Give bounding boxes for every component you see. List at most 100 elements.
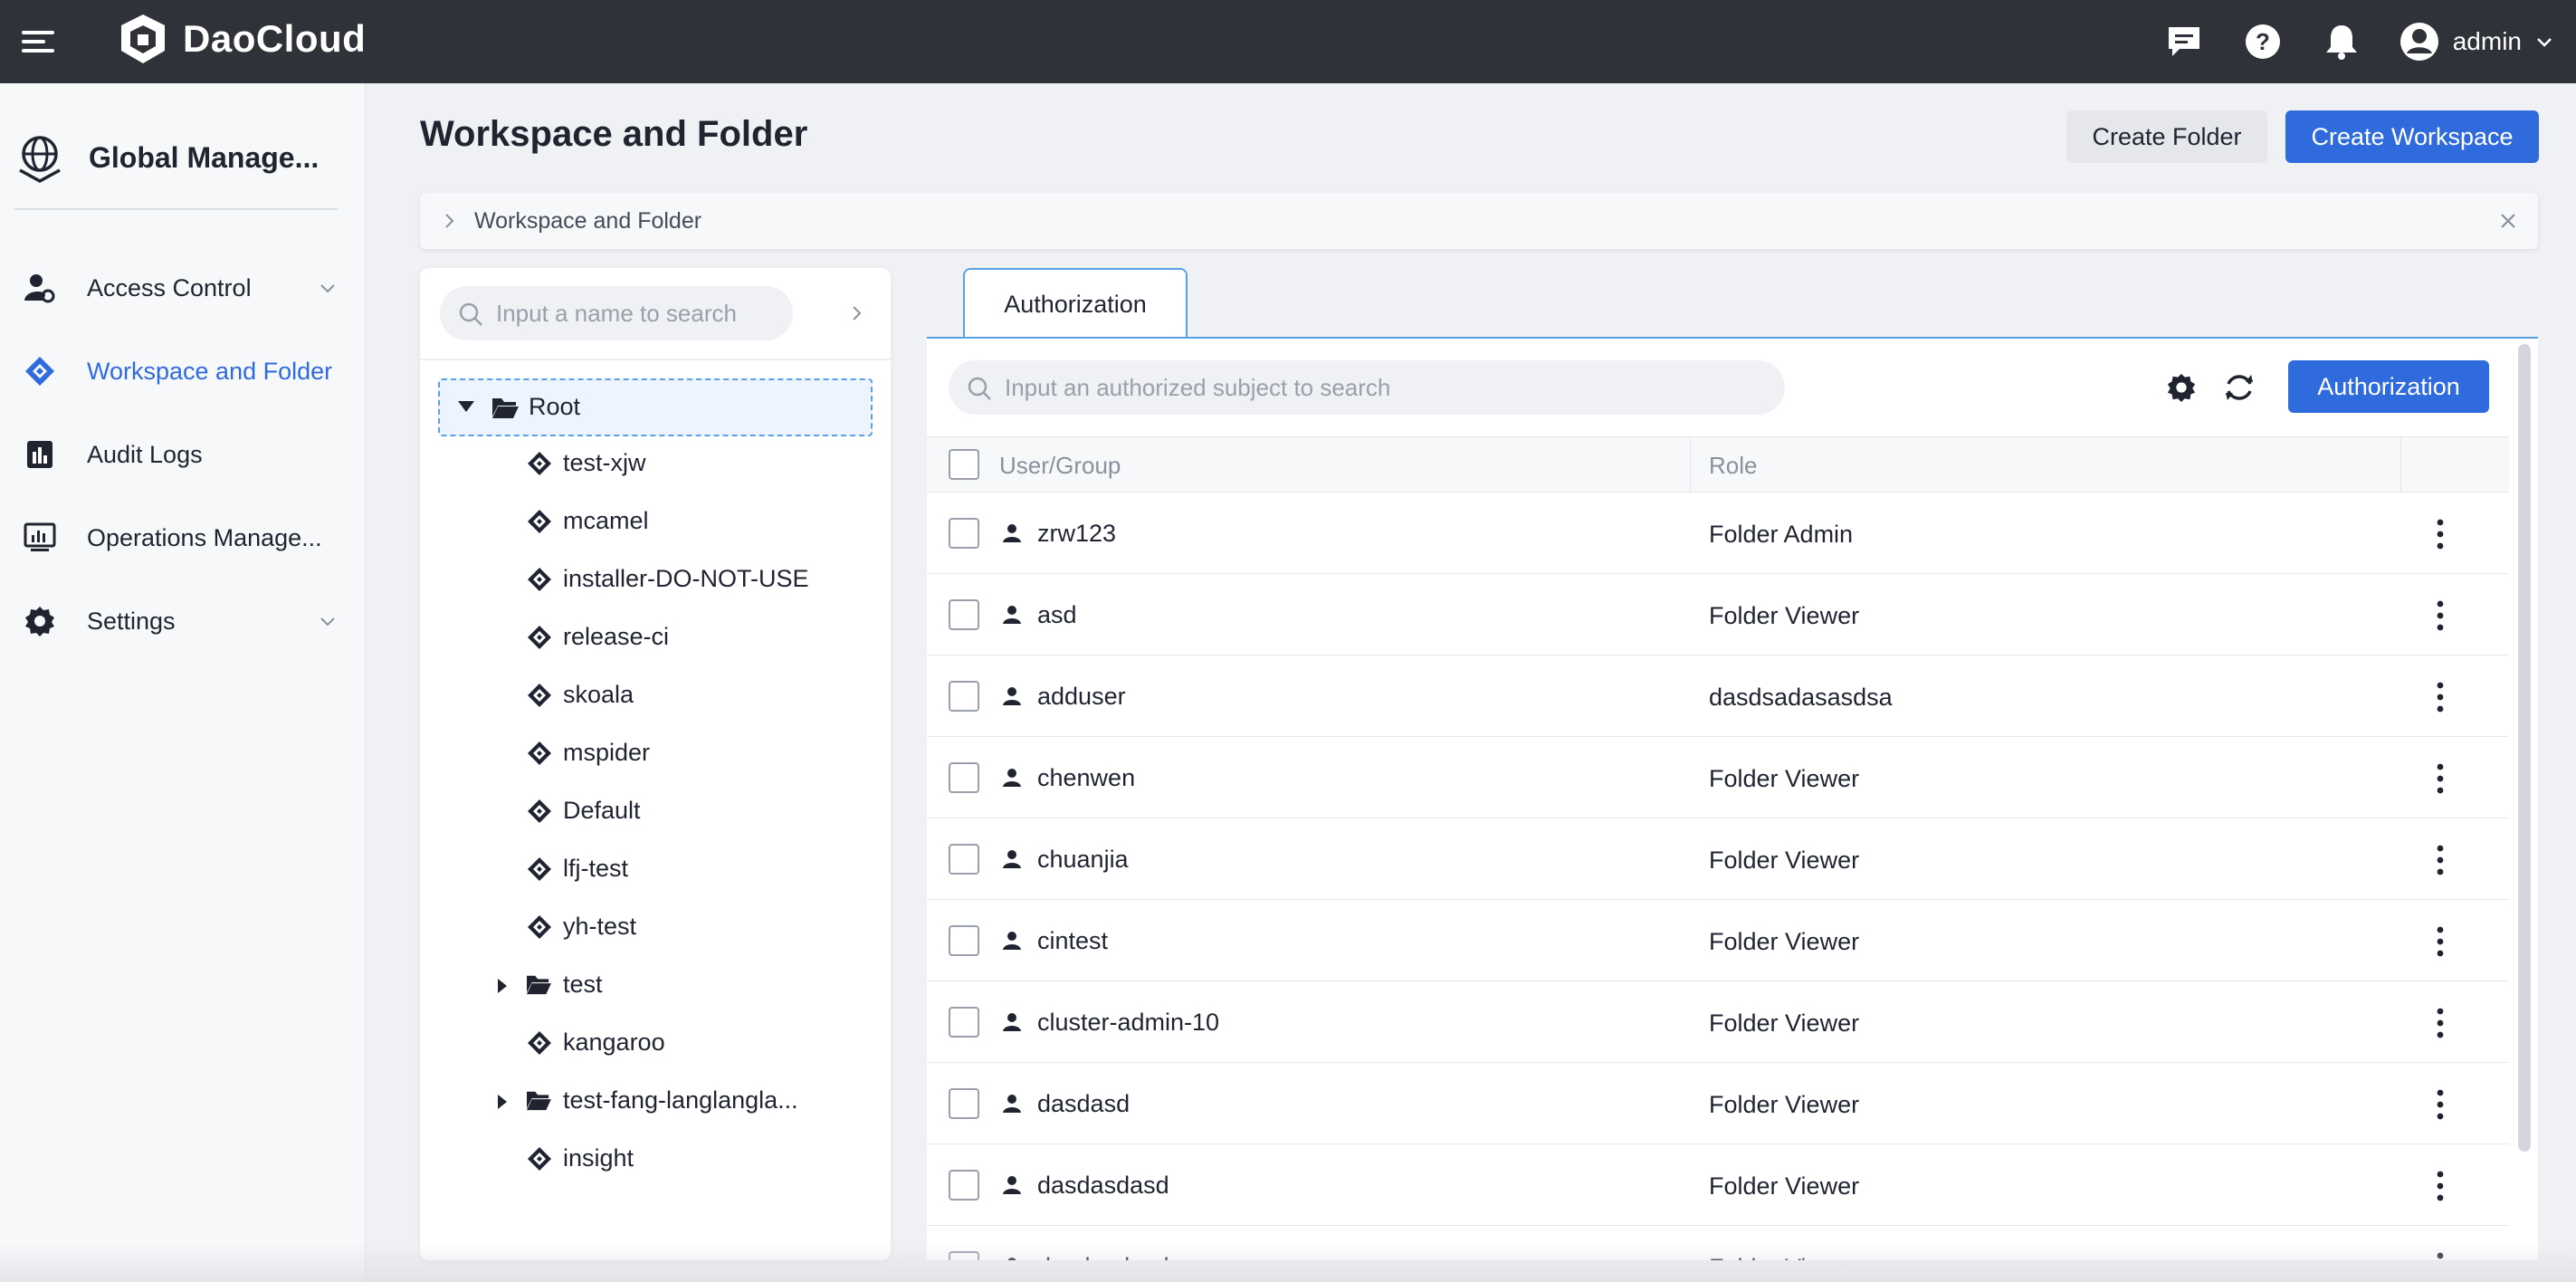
row-checkbox[interactable] (949, 599, 979, 630)
tree-node-workspace[interactable]: mspider (420, 728, 891, 779)
audit-chart-icon (22, 436, 58, 473)
table-row[interactable]: chenwen Folder Viewer (927, 737, 2509, 818)
tree-node-label: skoala (563, 681, 634, 708)
workspace-icon (528, 626, 551, 649)
row-checkbox[interactable] (949, 681, 979, 712)
workspace-icon (528, 741, 551, 765)
user-group-name: chenwen (1037, 764, 1136, 791)
chevron-down-icon (320, 284, 335, 293)
search-icon (459, 302, 482, 326)
role-name: Folder Viewer (1709, 1172, 1860, 1200)
tree-divider (420, 359, 891, 360)
user-icon (1003, 687, 1021, 705)
row-checkbox[interactable] (949, 762, 979, 793)
more-actions-icon[interactable] (2424, 923, 2457, 960)
table-row[interactable]: dasdasdasd Folder Viewer (927, 1226, 2509, 1260)
authorization-button[interactable]: Authorization (2288, 360, 2489, 413)
bell-icon[interactable] (2320, 20, 2363, 63)
top-bar: DaoCloud ? admin (0, 0, 2576, 83)
sidebar-item-audit-logs[interactable]: Audit Logs (0, 416, 366, 493)
row-checkbox[interactable] (949, 518, 979, 549)
tree-node-workspace[interactable]: Default (420, 786, 891, 837)
more-actions-icon[interactable] (2424, 516, 2457, 552)
caret-down-icon[interactable] (456, 398, 476, 415)
chevron-right-icon[interactable] (438, 210, 460, 232)
row-checkbox[interactable] (949, 1088, 979, 1119)
user-icon (1003, 1176, 1021, 1194)
chevron-down-icon (2537, 38, 2552, 47)
caret-right-icon[interactable] (496, 1093, 509, 1111)
tree-node-workspace[interactable]: yh-test (420, 902, 891, 952)
create-workspace-button[interactable]: Create Workspace (2285, 110, 2539, 163)
table-row[interactable]: zrw123 Folder Admin (927, 493, 2509, 574)
role-name: Folder Admin (1709, 521, 1854, 548)
chat-icon[interactable] (2162, 20, 2206, 63)
user-icon (1003, 524, 1021, 542)
tree-node-workspace[interactable]: insight (420, 1134, 891, 1184)
sidebar-item-label: Audit Logs (87, 440, 203, 468)
more-actions-icon[interactable] (2424, 1249, 2457, 1260)
chevron-down-icon (320, 617, 335, 627)
subject-search-input[interactable] (1005, 373, 1747, 402)
table-scrollbar[interactable] (2518, 344, 2531, 1152)
more-actions-icon[interactable] (2424, 679, 2457, 715)
row-checkbox[interactable] (949, 925, 979, 956)
table-row[interactable]: chuanjia Folder Viewer (927, 818, 2509, 900)
row-checkbox[interactable] (949, 844, 979, 875)
column-header-user-group[interactable]: User/Group (999, 452, 1121, 480)
tree-node-workspace[interactable]: test-xjw (420, 438, 891, 489)
tree-node-label: test-fang-langlangla... (563, 1086, 798, 1114)
table-row[interactable]: dasdasd Folder Viewer (927, 1063, 2509, 1144)
top-actions: ? admin (2162, 0, 2576, 83)
tree-node-workspace[interactable]: release-ci (420, 612, 891, 663)
logo[interactable]: DaoCloud (116, 13, 366, 65)
caret-right-icon[interactable] (496, 977, 509, 995)
row-checkbox[interactable] (949, 1251, 979, 1260)
breadcrumb-item[interactable]: Workspace and Folder (474, 208, 701, 234)
sidebar-item-workspace-and-folder[interactable]: Workspace and Folder (0, 333, 366, 409)
tree-node-workspace[interactable]: kangaroo (420, 1018, 891, 1068)
tab-authorization[interactable]: Authorization (963, 268, 1188, 339)
row-checkbox[interactable] (949, 1170, 979, 1201)
more-actions-icon[interactable] (2424, 1005, 2457, 1041)
tree-node-folder[interactable]: test-fang-langlangla... (420, 1076, 891, 1126)
user-icon (1003, 769, 1021, 787)
sidebar-item-access-control[interactable]: Access Control (0, 250, 366, 326)
tree-node-workspace[interactable]: installer-DO-NOT-USE (420, 554, 891, 605)
chevron-right-icon[interactable] (845, 302, 867, 324)
more-actions-icon[interactable] (2424, 1086, 2457, 1123)
select-all-checkbox[interactable] (949, 449, 979, 480)
menu-icon[interactable] (20, 24, 56, 60)
tree-search-input[interactable] (496, 299, 768, 328)
close-icon[interactable] (2498, 211, 2518, 231)
user-menu[interactable]: admin (2399, 21, 2554, 62)
table-row[interactable]: dasdasdasd Folder Viewer (927, 1144, 2509, 1226)
gear-icon[interactable] (2163, 369, 2199, 406)
tree-node-workspace[interactable]: skoala (420, 670, 891, 721)
tree-node-workspace[interactable]: lfj-test (420, 844, 891, 895)
role-name: dasdsadasasdsa (1709, 684, 1893, 711)
tree-node-folder[interactable]: test (420, 960, 891, 1010)
sidebar-item-settings[interactable]: Settings (0, 583, 366, 659)
table-row[interactable]: cluster-admin-10 Folder Viewer (927, 981, 2509, 1063)
tree-node-root[interactable]: Root (438, 378, 873, 436)
table-row[interactable]: cintest Folder Viewer (927, 900, 2509, 981)
more-actions-icon[interactable] (2424, 842, 2457, 878)
create-folder-button[interactable]: Create Folder (2066, 110, 2267, 163)
tree-node-workspace[interactable]: mcamel (420, 496, 891, 547)
user-group-name: dasdasdasd (1037, 1253, 1169, 1260)
table-row[interactable]: asd Folder Viewer (927, 574, 2509, 655)
subject-search-box (949, 360, 1785, 415)
refresh-icon[interactable] (2221, 369, 2257, 406)
authorization-panel: Authorization User/Group Role zrw123 Fold… (927, 339, 2538, 1260)
more-actions-icon[interactable] (2424, 761, 2457, 797)
more-actions-icon[interactable] (2424, 1168, 2457, 1204)
column-header-role[interactable]: Role (1709, 452, 1757, 480)
more-actions-icon[interactable] (2424, 598, 2457, 634)
table-header: User/Group Role (927, 436, 2509, 493)
row-checkbox[interactable] (949, 1007, 979, 1038)
table-row[interactable]: adduser dasdsadasasdsa (927, 655, 2509, 737)
help-icon[interactable]: ? (2241, 20, 2285, 63)
user-gear-icon (22, 270, 58, 306)
sidebar-item-operations-management[interactable]: Operations Manage... (0, 500, 366, 576)
